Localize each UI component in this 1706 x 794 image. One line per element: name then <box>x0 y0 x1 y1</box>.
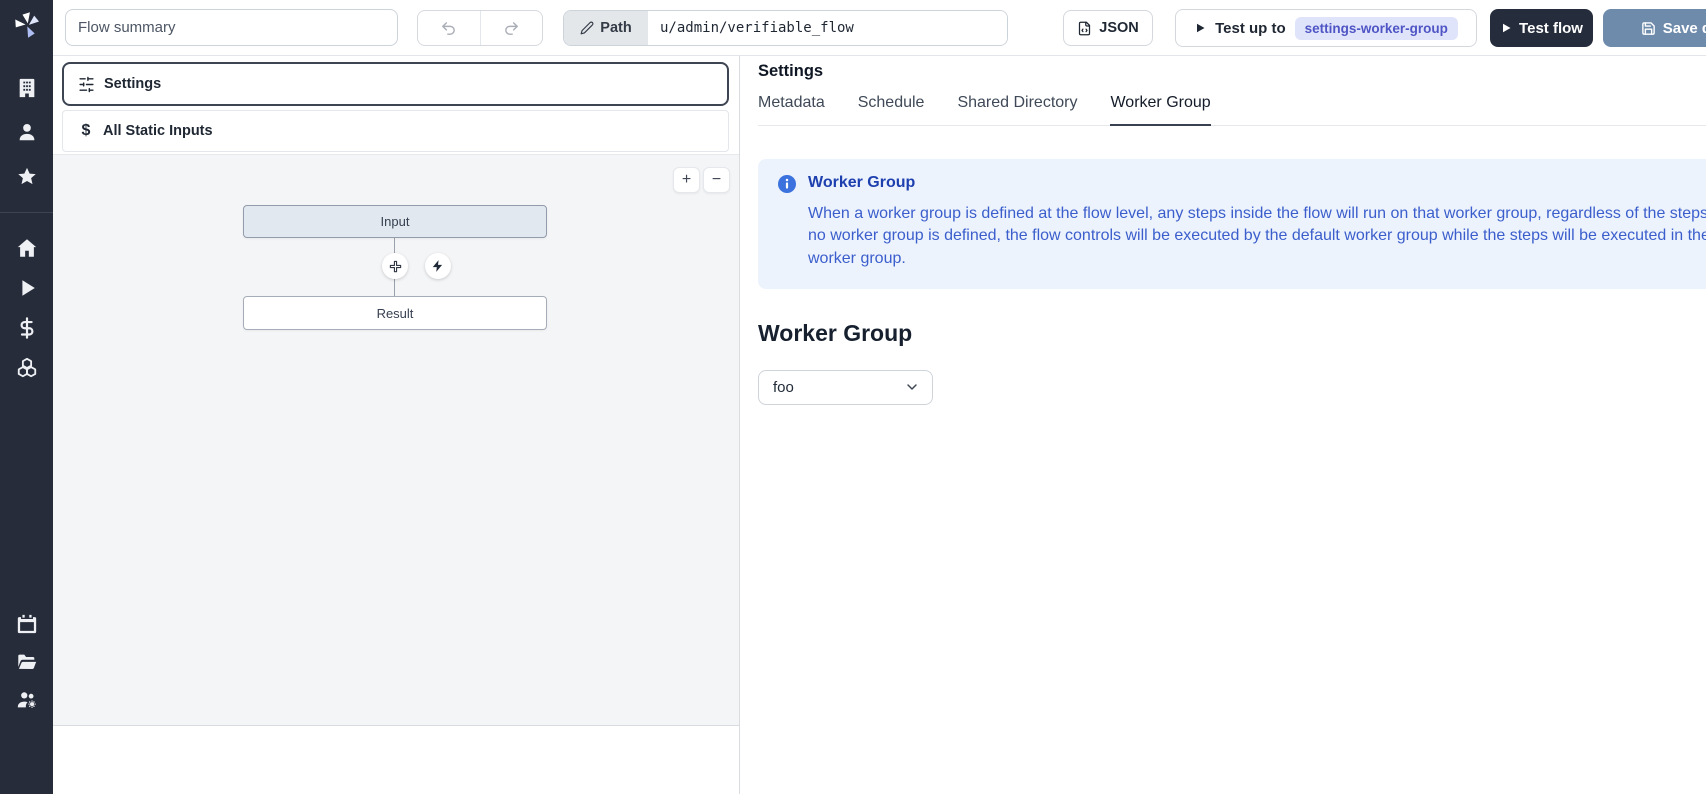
info-title: Worker Group <box>808 174 1706 192</box>
add-step-button[interactable] <box>382 253 408 279</box>
json-button-label: JSON <box>1099 20 1139 36</box>
tab-shared-directory[interactable]: Shared Directory <box>957 94 1077 126</box>
workspace-building-icon[interactable] <box>16 77 38 99</box>
flow-settings-card[interactable]: Settings <box>62 62 729 106</box>
worker-group-select[interactable]: foo <box>758 370 933 405</box>
zoom-out-button[interactable]: − <box>703 167 730 193</box>
user-icon[interactable] <box>16 121 38 143</box>
chevron-down-icon <box>904 379 920 395</box>
zoom-in-button[interactable]: + <box>673 167 700 193</box>
play-icon <box>1500 22 1512 34</box>
bolt-icon <box>431 259 445 273</box>
favorites-star-icon[interactable] <box>16 166 38 188</box>
save-icon <box>1641 21 1656 36</box>
rail-divider <box>0 212 53 213</box>
input-node[interactable]: Input <box>243 205 547 238</box>
left-nav-rail <box>0 0 53 794</box>
flow-summary-input[interactable] <box>65 9 398 46</box>
plus-cross-icon <box>388 259 403 274</box>
all-static-inputs-label: All Static Inputs <box>103 123 213 139</box>
settings-tabs: Metadata Schedule Shared Directory Worke… <box>758 94 1706 126</box>
test-flow-button[interactable]: Test flow <box>1490 9 1593 47</box>
dollar-icon: $ <box>78 122 94 140</box>
save-draft-label: Save draft <box>1663 20 1706 37</box>
test-up-to-button[interactable]: Test up to settings-worker-group <box>1175 9 1477 47</box>
info-icon <box>778 175 796 270</box>
trigger-bolt-button[interactable] <box>425 253 451 279</box>
variables-dollar-icon[interactable] <box>16 317 38 339</box>
undo-button[interactable] <box>418 11 480 45</box>
test-up-to-target-badge[interactable]: settings-worker-group <box>1295 17 1458 40</box>
info-body: When a worker group is defined at the fl… <box>808 203 1706 270</box>
top-toolbar: Path JSON Test up to settings-worker-gro… <box>53 0 1706 56</box>
tab-worker-group[interactable]: Worker Group <box>1110 94 1210 126</box>
sliders-icon <box>78 76 95 93</box>
worker-group-info-box: Worker Group When a worker group is defi… <box>758 159 1706 289</box>
home-icon[interactable] <box>16 237 38 259</box>
groups-users-gear-icon[interactable] <box>16 689 38 711</box>
resources-boxes-icon[interactable] <box>16 357 38 379</box>
json-button[interactable]: JSON <box>1063 10 1153 46</box>
tab-schedule[interactable]: Schedule <box>858 94 925 126</box>
redo-button[interactable] <box>480 11 543 45</box>
path-edit-button[interactable]: Path <box>564 11 648 45</box>
save-draft-button[interactable]: Save draft <box>1603 9 1706 47</box>
file-json-icon <box>1077 21 1092 36</box>
path-value-input[interactable] <box>648 11 1007 45</box>
redo-icon <box>503 20 520 37</box>
settings-panel-title: Settings <box>758 62 1706 81</box>
test-flow-label: Test flow <box>1519 20 1583 37</box>
worker-group-section-title: Worker Group <box>758 320 1706 347</box>
folders-icon[interactable] <box>16 651 38 673</box>
result-node[interactable]: Result <box>243 296 547 330</box>
schedules-calendar-icon[interactable] <box>16 613 38 635</box>
windmill-logo-icon[interactable] <box>11 9 43 41</box>
flow-editor-panel: Settings $ All Static Inputs + − Input R… <box>53 56 739 794</box>
path-group: Path <box>563 10 1008 46</box>
undo-redo-group <box>417 10 543 46</box>
settings-panel: Settings Metadata Schedule Shared Direct… <box>739 56 1706 794</box>
worker-group-select-value: foo <box>773 379 794 396</box>
runs-play-icon[interactable] <box>16 277 38 299</box>
path-label: Path <box>600 20 631 36</box>
flow-graph-canvas[interactable]: + − Input Result <box>53 154 739 726</box>
tab-metadata[interactable]: Metadata <box>758 94 825 126</box>
pencil-icon <box>580 21 594 35</box>
undo-icon <box>440 20 457 37</box>
play-icon <box>1194 22 1206 34</box>
all-static-inputs-card[interactable]: $ All Static Inputs <box>62 110 729 152</box>
test-up-to-label: Test up to <box>1215 20 1286 37</box>
info-content: Worker Group When a worker group is defi… <box>808 174 1706 270</box>
flow-settings-label: Settings <box>104 76 161 92</box>
